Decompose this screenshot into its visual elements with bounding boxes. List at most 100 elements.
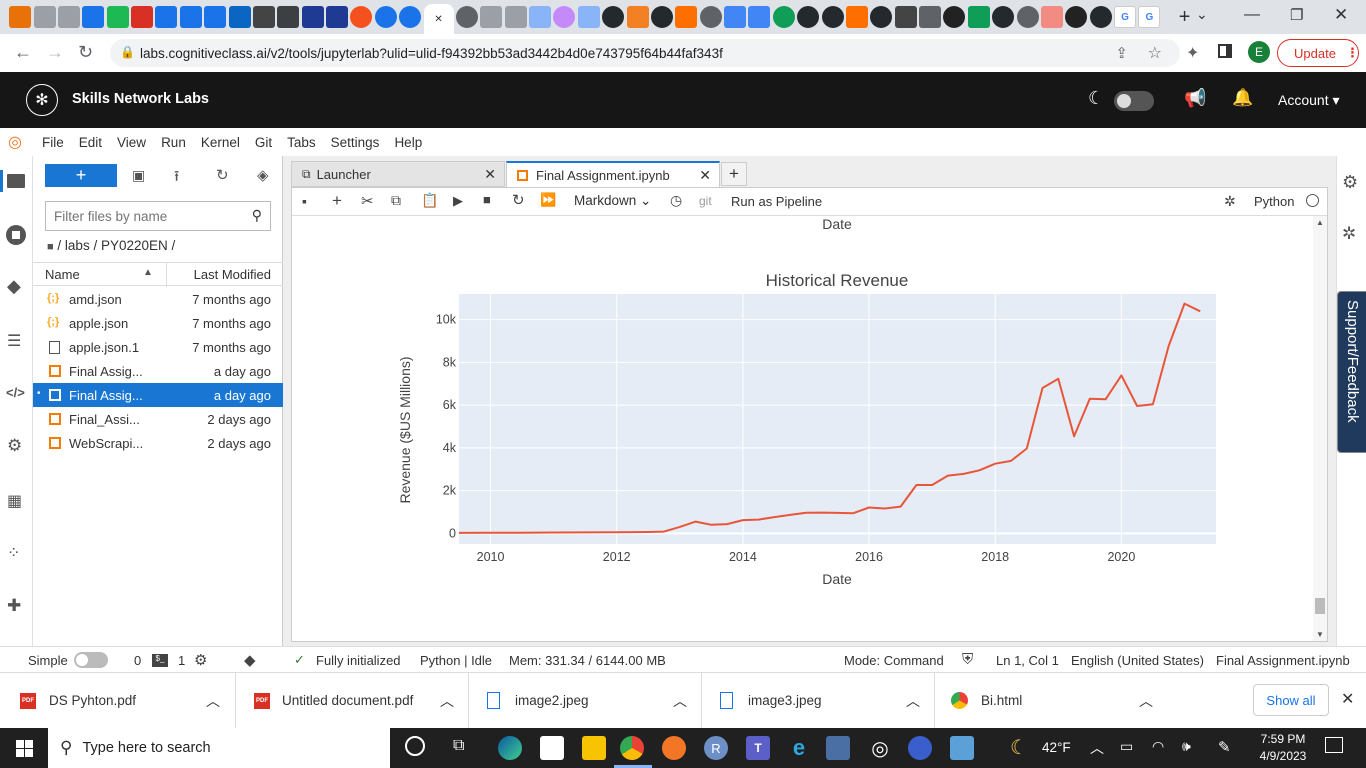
share-icon[interactable]: ⇪ bbox=[1115, 44, 1128, 62]
refresh-icon[interactable]: ↻ bbox=[216, 166, 229, 184]
tab-favicon-icon[interactable] bbox=[1065, 6, 1088, 28]
insert-cell-icon[interactable]: + bbox=[332, 191, 342, 211]
new-tab-plus-icon[interactable]: + bbox=[721, 162, 747, 186]
menu-view[interactable]: View bbox=[117, 135, 146, 150]
tab-favicon-icon[interactable] bbox=[480, 6, 503, 28]
code-icon[interactable]: </> bbox=[6, 385, 25, 400]
col-name[interactable]: Name bbox=[45, 267, 80, 282]
minimize-icon[interactable]: — bbox=[1244, 6, 1260, 24]
tab-favicon-icon[interactable] bbox=[455, 6, 478, 28]
cell-type-select[interactable]: Markdown ⌄ bbox=[574, 193, 651, 209]
edge-icon[interactable] bbox=[498, 736, 522, 760]
tab-favicon-icon[interactable] bbox=[155, 6, 178, 28]
store-icon[interactable] bbox=[540, 736, 564, 760]
side-panel-icon[interactable] bbox=[1218, 44, 1232, 58]
run-icon[interactable]: ▶ bbox=[453, 193, 463, 209]
elyra-icon[interactable]: ▦ bbox=[7, 491, 22, 511]
active-tab[interactable]: ✕ bbox=[423, 4, 454, 34]
tab-favicon-icon[interactable] bbox=[1040, 6, 1063, 28]
menu-tabs[interactable]: Tabs bbox=[287, 135, 316, 150]
back-icon[interactable]: ← bbox=[14, 42, 32, 63]
github-icon[interactable] bbox=[602, 6, 625, 28]
tab-notebook[interactable]: Final Assignment.ipynb ✕ bbox=[506, 161, 720, 188]
running-icon[interactable] bbox=[6, 225, 26, 245]
download-item[interactable]: image3.jpeg ︿ bbox=[702, 673, 935, 729]
github-icon[interactable] bbox=[797, 6, 820, 28]
tab-favicon-icon[interactable] bbox=[943, 6, 966, 28]
clock-time[interactable]: 7:59 PM bbox=[1258, 732, 1308, 746]
notebook-scrollbar[interactable]: ▲ ▼ bbox=[1313, 216, 1327, 641]
google-icon[interactable]: G bbox=[1114, 6, 1137, 28]
download-item[interactable]: PDF DS Pyhton.pdf ︿ bbox=[0, 673, 236, 729]
ie-icon[interactable]: e bbox=[787, 735, 811, 760]
col-modified[interactable]: Last Modified bbox=[194, 267, 271, 282]
cortana-icon[interactable] bbox=[405, 736, 425, 756]
new-tab-icon[interactable]: + bbox=[1174, 6, 1196, 28]
tab-favicon-icon[interactable] bbox=[106, 6, 129, 28]
save-icon[interactable]: ▪ bbox=[302, 193, 307, 209]
tab-favicon-icon[interactable] bbox=[204, 6, 227, 28]
github-icon[interactable] bbox=[821, 6, 844, 28]
tab-favicon-icon[interactable] bbox=[9, 6, 32, 28]
tab-favicon-icon[interactable] bbox=[399, 6, 422, 28]
file-explorer-icon[interactable] bbox=[582, 736, 606, 760]
download-item[interactable]: Bi.html ︿ bbox=[935, 673, 1168, 729]
profile-avatar[interactable]: E bbox=[1248, 41, 1270, 63]
pen-icon[interactable]: ✎ bbox=[1218, 738, 1231, 756]
close-tab-icon[interactable]: ✕ bbox=[484, 166, 496, 183]
show-all-button[interactable]: Show all bbox=[1253, 684, 1329, 716]
terminal-count[interactable]: 0 bbox=[134, 653, 141, 668]
file-row[interactable]: Final_Assi... 2 days ago bbox=[33, 407, 283, 431]
copy-icon[interactable]: ⧉ bbox=[391, 192, 401, 209]
kernel-count[interactable]: 1 bbox=[178, 653, 185, 668]
tab-favicon-icon[interactable] bbox=[553, 6, 576, 28]
download-item[interactable]: image2.jpeg ︿ bbox=[469, 673, 702, 729]
chevron-up-icon[interactable]: ︿ bbox=[206, 691, 220, 711]
kernel-state[interactable]: Python | Idle bbox=[420, 653, 492, 668]
forward-icon[interactable]: → bbox=[46, 42, 64, 63]
chevron-up-icon[interactable]: ︿ bbox=[673, 691, 687, 711]
taskbar-search-box[interactable]: ⚲ Type here to search bbox=[48, 728, 390, 768]
restore-icon[interactable]: ❐ bbox=[1290, 6, 1303, 24]
tab-favicon-icon[interactable] bbox=[228, 6, 251, 28]
chevron-up-icon[interactable]: ︿ bbox=[440, 691, 454, 711]
breadcrumb-text[interactable]: / labs / PY0220EN / bbox=[57, 238, 175, 253]
clock-date[interactable]: 4/9/2023 bbox=[1256, 749, 1310, 763]
property-inspector-icon[interactable]: ⚙ bbox=[1342, 172, 1358, 193]
r-icon[interactable]: R bbox=[704, 736, 728, 760]
tab-favicon-icon[interactable] bbox=[179, 6, 202, 28]
git-clone-icon[interactable]: ◈ bbox=[257, 166, 269, 184]
bell-icon[interactable]: 🔔 bbox=[1232, 88, 1253, 108]
restart-icon[interactable]: ↻ bbox=[512, 191, 525, 209]
git-icon[interactable]: ◆ bbox=[7, 276, 21, 297]
tab-launcher[interactable]: ⧉ Launcher ✕ bbox=[291, 161, 505, 187]
tab-favicon-icon[interactable] bbox=[252, 6, 275, 28]
support-feedback-tab[interactable]: Support/Feedback bbox=[1337, 291, 1366, 453]
jupyter-icon[interactable] bbox=[662, 736, 686, 760]
file-row[interactable]: {;} amd.json 7 months ago bbox=[33, 287, 283, 311]
tab-favicon-icon[interactable] bbox=[699, 6, 722, 28]
debugger-icon[interactable]: ✲ bbox=[1342, 224, 1356, 244]
tab-favicon-icon[interactable] bbox=[675, 6, 698, 28]
url-box[interactable]: 🔒 labs.cognitiveclass.ai/v2/tools/jupyte… bbox=[110, 39, 1180, 67]
chevron-up-icon[interactable]: ︿ bbox=[906, 691, 920, 711]
tab-favicon-icon[interactable] bbox=[772, 6, 795, 28]
tab-favicon-icon[interactable] bbox=[577, 6, 600, 28]
tab-favicon-icon[interactable] bbox=[82, 6, 105, 28]
photos-icon[interactable] bbox=[950, 736, 974, 760]
temperature[interactable]: 42°F bbox=[1042, 740, 1071, 755]
git-diff-label[interactable]: git bbox=[699, 194, 712, 208]
drive-icon[interactable] bbox=[967, 6, 990, 28]
docs-icon[interactable] bbox=[724, 6, 747, 28]
teams-icon[interactable]: T bbox=[746, 736, 770, 760]
paste-icon[interactable]: 📋 bbox=[421, 192, 438, 209]
tab-favicon-icon[interactable] bbox=[529, 6, 552, 28]
debugger-icon[interactable]: ✲ bbox=[1224, 193, 1236, 210]
tab-favicon-icon[interactable] bbox=[894, 6, 917, 28]
close-tab-icon[interactable]: ✕ bbox=[699, 167, 711, 184]
extensions-icon[interactable]: ✦ bbox=[1186, 43, 1199, 63]
remote-desktop-icon[interactable] bbox=[826, 736, 850, 760]
google-icon[interactable]: G bbox=[1138, 6, 1161, 28]
upload-icon[interactable]: ⭱ bbox=[174, 166, 179, 191]
account-menu[interactable]: Account ▾ bbox=[1278, 92, 1340, 109]
